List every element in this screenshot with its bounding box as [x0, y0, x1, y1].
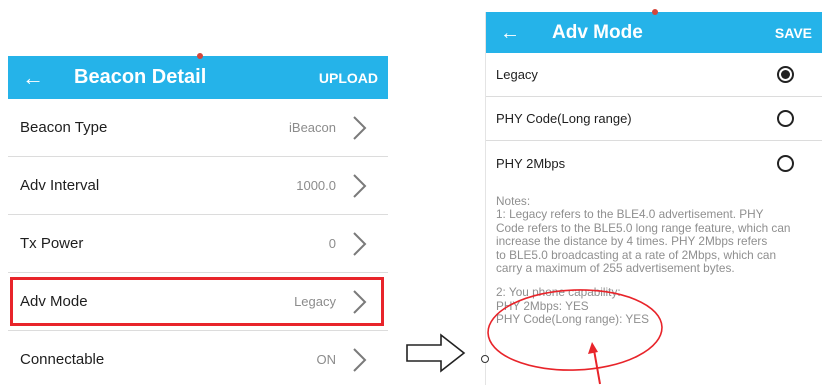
chevron-right-icon	[344, 171, 374, 201]
setting-value: 1000.0	[296, 178, 336, 193]
chevron-right-icon	[344, 229, 374, 259]
setting-row-tx-power[interactable]: Tx Power 0	[8, 215, 388, 273]
setting-label: Adv Interval	[20, 177, 100, 194]
notes-line: 1: Legacy refers to the BLE4.0 advertise…	[496, 207, 764, 222]
save-button[interactable]: SAVE	[775, 25, 822, 41]
setting-value: Legacy	[294, 294, 336, 309]
radio-dot-icon	[781, 70, 790, 79]
setting-label: Beacon Type	[20, 119, 108, 136]
chevron-right-icon	[344, 345, 374, 375]
setting-value: iBeacon	[289, 120, 336, 135]
chevron-right-icon	[344, 287, 374, 317]
chevron-right-icon	[344, 113, 374, 143]
setting-row-connectable[interactable]: Connectable ON	[8, 331, 388, 385]
option-row-phy-code[interactable]: PHY Code(Long range)	[486, 97, 822, 141]
upload-button[interactable]: UPLOAD	[319, 70, 388, 86]
setting-row-beacon-type[interactable]: Beacon Type iBeacon	[8, 99, 388, 157]
option-row-legacy[interactable]: Legacy	[486, 53, 822, 97]
setting-label: Connectable	[20, 351, 105, 368]
notes-line: carry a maximum of 255 advertisement byt…	[496, 261, 735, 276]
camera-dot	[197, 53, 203, 59]
option-label: PHY 2Mbps	[496, 155, 566, 171]
beacon-detail-app-bar: ← Beacon Detail UPLOAD	[8, 56, 388, 99]
back-arrow-icon[interactable]: ←	[486, 23, 536, 43]
back-arrow-icon[interactable]: ←	[8, 66, 60, 89]
beacon-detail-screen: ← Beacon Detail UPLOAD Beacon Type iBeac…	[8, 56, 388, 385]
notes-line: increase the distance by 4 times. PHY 2M…	[496, 234, 768, 249]
notes-line: Code refers to the BLE5.0 long range fea…	[496, 220, 791, 235]
setting-value: ON	[316, 352, 337, 367]
radio-unselected[interactable]	[777, 154, 794, 172]
radio-unselected[interactable]	[777, 110, 794, 127]
camera-dot	[652, 9, 658, 15]
annotation-arrow	[588, 342, 601, 385]
transition-arrow-icon	[406, 333, 466, 373]
option-row-phy-2mbps[interactable]: PHY 2Mbps	[486, 141, 822, 185]
radio-selected[interactable]	[777, 66, 794, 83]
option-label: PHY Code(Long range)	[496, 111, 632, 126]
option-label: Legacy	[496, 67, 538, 82]
notes-line: to BLE5.0 broadcasting at a rate of 2Mbp…	[496, 247, 777, 262]
page-title: Adv Mode	[552, 21, 643, 43]
setting-row-adv-mode[interactable]: Adv Mode Legacy	[8, 273, 388, 331]
notes-heading: Notes:	[496, 194, 531, 208]
adv-mode-app-bar: ← Adv Mode SAVE	[486, 12, 822, 53]
setting-label: Tx Power	[20, 235, 84, 252]
setting-value: 0	[328, 236, 336, 251]
page-title: Beacon Detail	[74, 66, 207, 88]
setting-label: Adv Mode	[20, 293, 88, 310]
setting-row-adv-interval[interactable]: Adv Interval 1000.0	[8, 157, 388, 215]
